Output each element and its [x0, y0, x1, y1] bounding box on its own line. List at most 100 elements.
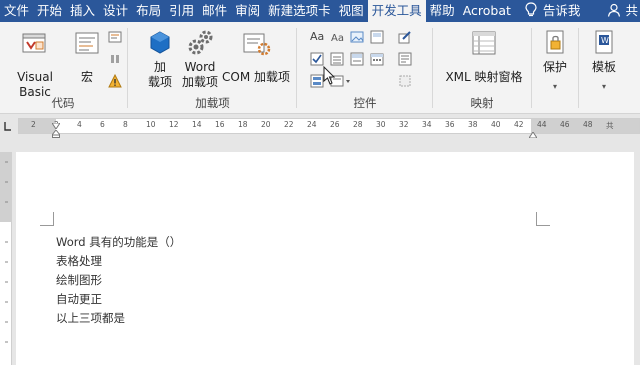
chevron-down-icon: ▾ [601, 82, 606, 91]
ruler-number: 38 [468, 120, 478, 129]
group-controls-icon[interactable] [398, 74, 412, 88]
ruler-number: 44 [537, 120, 547, 129]
horizontal-ruler[interactable]: 2246810121416182022242628303234363840424… [0, 115, 640, 139]
right-indent-marker[interactable] [528, 127, 538, 139]
tab-2[interactable]: 插入 [66, 0, 99, 22]
tab-4[interactable]: 布局 [132, 0, 165, 22]
properties-icon[interactable] [398, 52, 412, 66]
group-divider [578, 28, 579, 108]
addins-label-2: 载项 [147, 75, 172, 89]
tab-selector-icon[interactable] [3, 120, 13, 132]
ruler-number: 14 [192, 120, 202, 129]
group-templates: W 模板 ▾ [582, 22, 632, 114]
ruler-number: 28 [353, 120, 363, 129]
ruler-number: 42 [514, 120, 524, 129]
lightbulb-icon [525, 1, 537, 21]
ruler-number: 36 [445, 120, 455, 129]
record-macro-icon[interactable] [108, 30, 122, 44]
ruler-number: 16 [215, 120, 225, 129]
document-line[interactable]: 自动更正 [56, 291, 102, 307]
group-label-code: 代码 [51, 96, 75, 110]
tab-10[interactable]: 开发工具 [367, 0, 426, 22]
building-block-icon[interactable] [370, 30, 384, 44]
group-label-mapping: 映射 [470, 96, 494, 110]
tab-5[interactable]: 引用 [165, 0, 198, 22]
share-button[interactable]: 共 [607, 0, 640, 22]
ruler-number: 8 [123, 120, 128, 129]
tab-9[interactable]: 视图 [335, 0, 368, 22]
ribbon: Visual Basic 宏 代码 加 载项 Word 加载项 COM 加载项 … [0, 22, 640, 114]
checkbox-control-icon[interactable] [310, 52, 324, 66]
crop-mark-top-left [40, 212, 54, 226]
xml-mapping-label: XML 映射窗格 [445, 70, 523, 84]
combobox-control-icon[interactable] [330, 52, 344, 66]
ruler-number: 18 [238, 120, 248, 129]
dropdown-control-icon[interactable] [350, 52, 364, 66]
tab-0[interactable]: 文件 [0, 0, 33, 22]
com-addins-button[interactable]: COM 加载项 [220, 28, 292, 85]
addins-label-1: 加 [153, 60, 166, 74]
document-line[interactable]: 表格处理 [56, 253, 102, 269]
word-addins-label-2: 加载项 [181, 75, 218, 89]
macro-security-icon[interactable] [108, 73, 122, 88]
protect-document-icon [542, 28, 568, 58]
visual-basic-button[interactable]: Visual Basic [2, 28, 68, 100]
xml-mapping-pane-button[interactable]: XML 映射窗格 [438, 28, 530, 85]
ruler-number: 48 [583, 120, 593, 129]
hanging-indent-marker[interactable] [50, 127, 62, 138]
document-line[interactable]: 绘制图形 [56, 272, 102, 288]
tab-list: 文件 开始 插入 设计 布局 引用 邮件 审阅 新建选项卡 视图 开发工具 帮助 Acrobat [0, 0, 515, 22]
first-line-indent-marker[interactable] [51, 118, 61, 130]
tab-8[interactable]: 新建选项卡 [264, 0, 335, 22]
ruler-number: 34 [422, 120, 432, 129]
plain-text-control-icon[interactable]: Aa [330, 30, 344, 44]
document-line[interactable]: Word 具有的功能是（） [56, 234, 181, 250]
tell-me-label: 告诉我 [542, 3, 581, 18]
ruler-number: 共 [606, 121, 614, 130]
word-addins-label-1: Word [184, 60, 216, 74]
ruler-number: 10 [146, 120, 156, 129]
person-icon [607, 3, 621, 20]
pause-recording-icon[interactable] [108, 52, 122, 66]
group-protect: 保护 ▾ [534, 22, 576, 114]
tab-6[interactable]: 邮件 [198, 0, 231, 22]
document-line[interactable]: 以上三项都是 [56, 310, 125, 326]
tab-7[interactable]: 审阅 [231, 0, 264, 22]
xml-mapping-icon [470, 28, 498, 58]
macros-button[interactable]: 宏 [70, 28, 104, 85]
chevron-down-icon: ▾ [552, 82, 557, 91]
gears-icon [185, 28, 215, 58]
ruler-number: 22 [284, 120, 294, 129]
mouse-cursor-icon [322, 65, 338, 86]
ruler-number: 20 [261, 120, 271, 129]
tab-11[interactable]: 帮助 [426, 0, 459, 22]
group-controls: Aa Aa 控件 [300, 22, 430, 114]
addins-icon [147, 28, 173, 58]
vertical-ruler[interactable] [0, 152, 12, 365]
design-mode-icon[interactable] [398, 30, 412, 44]
ruler-number: 4 [77, 120, 82, 129]
group-label-addins: 加载项 [195, 96, 230, 110]
ruler-number: 24 [307, 120, 317, 129]
group-divider [432, 28, 433, 108]
document-page[interactable]: Word 具有的功能是（） 表格处理绘制图形自动更正以上三项都是 [16, 152, 634, 365]
ruler-number: 46 [560, 120, 570, 129]
tab-3[interactable]: 设计 [99, 0, 132, 22]
word-template-icon: W [591, 28, 617, 58]
rich-text-control-icon[interactable]: Aa [310, 30, 328, 44]
ruler-number: 40 [491, 120, 501, 129]
protect-label: 保护 [542, 60, 567, 74]
tell-me-box[interactable]: 告诉我 [525, 0, 581, 22]
protect-button[interactable]: 保护 ▾ [534, 28, 576, 94]
picture-control-icon[interactable] [350, 30, 364, 44]
ruler-number: 32 [399, 120, 409, 129]
addins-button[interactable]: 加 载项 [140, 28, 180, 90]
tab-12[interactable]: Acrobat [459, 0, 515, 22]
ruler-number: 2 [31, 120, 36, 129]
tab-1[interactable]: 开始 [33, 0, 66, 22]
templates-button[interactable]: W 模板 ▾ [582, 28, 626, 94]
group-label-controls: 控件 [353, 96, 377, 110]
svg-text:W: W [601, 36, 609, 45]
date-picker-icon[interactable] [370, 52, 384, 66]
word-addins-button[interactable]: Word 加载项 [178, 28, 222, 90]
